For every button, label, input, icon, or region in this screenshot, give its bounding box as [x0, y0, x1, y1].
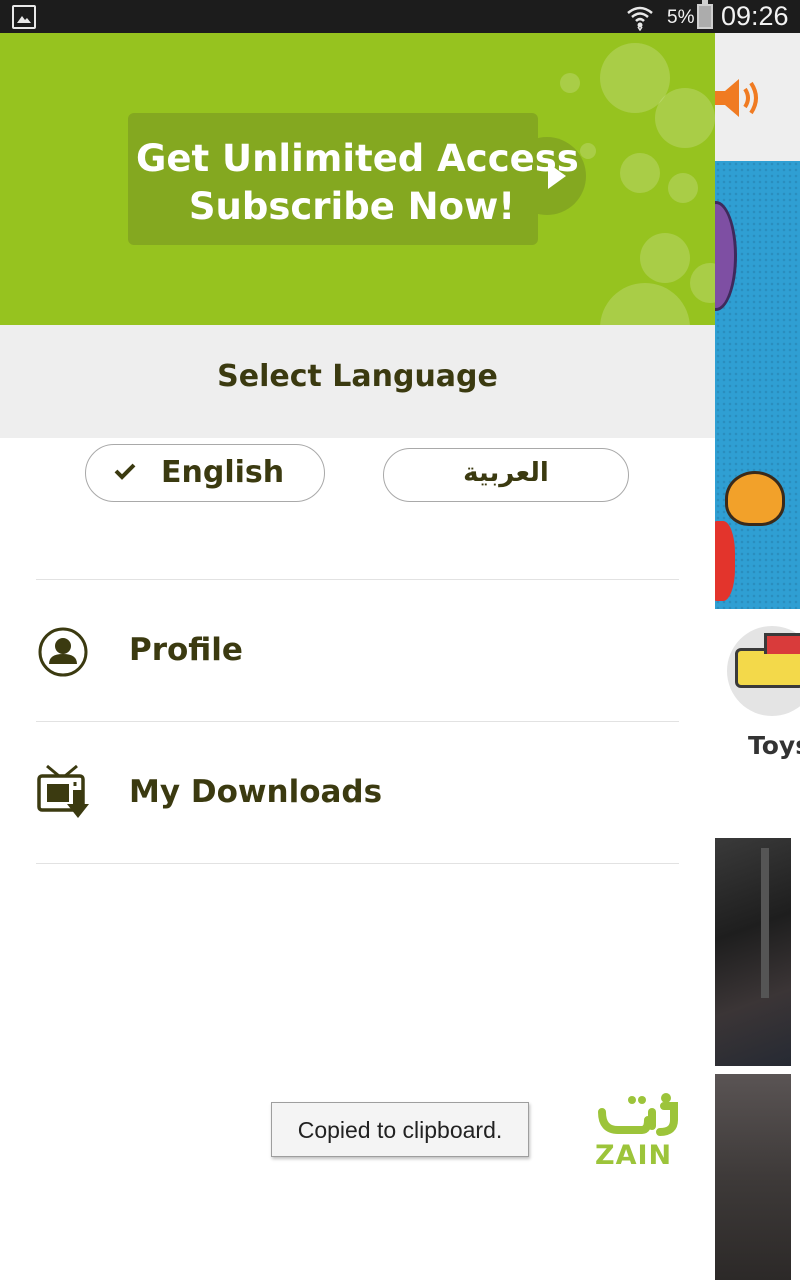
menu-item-my-downloads-label: My Downloads — [129, 774, 383, 810]
menu-item-my-downloads[interactable]: My Downloads — [0, 722, 715, 862]
background-photo — [715, 1074, 791, 1280]
background-app: Toys — [715, 33, 800, 1280]
toys-category-label: Toys — [748, 731, 800, 760]
language-english-label: English — [161, 455, 285, 490]
battery-percent: 5% — [667, 7, 695, 28]
gallery-icon — [12, 5, 36, 29]
status-bar: 5% 09:26 — [0, 0, 800, 33]
menu-item-profile-label: Profile — [129, 632, 243, 668]
promo-banner: Get Unlimited Access Subscribe Now! — [0, 33, 715, 325]
subscribe-headline: Get Unlimited Access — [136, 137, 579, 180]
subscribe-button[interactable]: Get Unlimited Access Subscribe Now! — [128, 113, 586, 245]
language-english-button[interactable]: English — [85, 444, 325, 502]
language-section-title: Select Language — [217, 359, 498, 394]
background-header — [715, 33, 800, 161]
zain-logo: ZAIN — [594, 1088, 682, 1184]
background-photo — [715, 838, 791, 1066]
check-icon — [114, 463, 136, 480]
zain-logo-latin: ZAIN — [595, 1140, 673, 1171]
wifi-icon — [626, 3, 654, 35]
battery-icon — [697, 0, 713, 29]
subscribe-cta: Subscribe Now! — [188, 185, 516, 228]
zain-logo-arabic — [598, 1093, 678, 1136]
toast-notification: Copied to clipboard. — [271, 1102, 529, 1157]
speaker-icon — [715, 79, 758, 117]
menu-item-profile[interactable]: Profile — [0, 580, 715, 720]
language-section-header: Select Language — [0, 325, 715, 438]
background-banner — [715, 161, 800, 609]
divider — [36, 863, 679, 864]
language-arabic-label: العربية — [463, 458, 549, 488]
toast-text: Copied to clipboard. — [297, 1117, 503, 1143]
language-arabic-button[interactable]: العربية — [383, 448, 629, 502]
clock: 09:26 — [721, 1, 789, 31]
downloads-tv-icon — [37, 764, 89, 818]
toys-category-icon — [727, 626, 800, 716]
profile-icon — [38, 627, 88, 677]
